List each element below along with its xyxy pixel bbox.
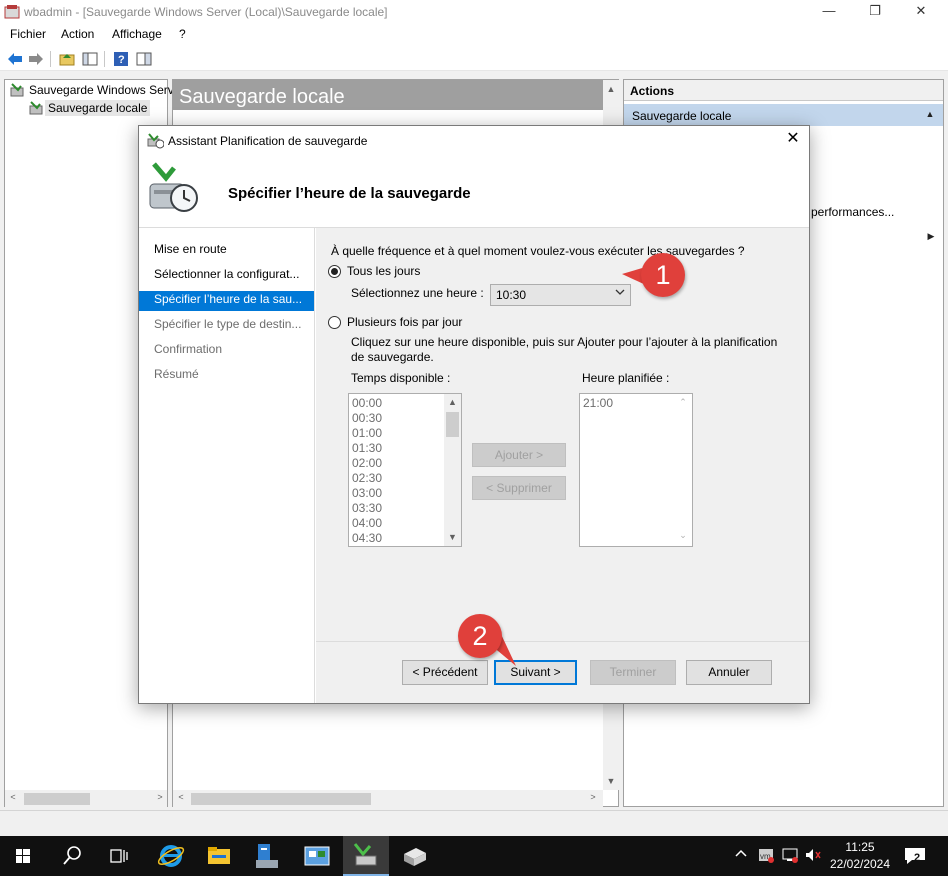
tree-item-root[interactable]: Sauvegarde Windows Serv xyxy=(29,83,174,97)
volume-icon[interactable] xyxy=(804,847,822,866)
scroll-right-arrow-icon[interactable]: > xyxy=(154,792,166,802)
previous-button[interactable]: < Précédent xyxy=(402,660,488,685)
center-header: Sauvegarde locale xyxy=(173,80,603,110)
scroll-left-arrow-icon[interactable]: < xyxy=(175,792,187,802)
tree-item-local-backup[interactable]: Sauvegarde locale xyxy=(45,100,151,116)
scroll-left-arrow-icon[interactable]: < xyxy=(7,792,19,802)
step-select-configuration[interactable]: Sélectionner la configurat... xyxy=(154,267,299,281)
local-backup-icon xyxy=(28,100,44,119)
start-windows-icon[interactable] xyxy=(0,836,46,876)
scroll-up-arrow-icon[interactable]: ▲ xyxy=(444,397,461,407)
window-title: wbadmin - [Sauvegarde Windows Server (Lo… xyxy=(24,5,388,19)
up-folder-icon[interactable] xyxy=(58,50,76,68)
scheduled-times-list[interactable] xyxy=(579,393,693,547)
list-item[interactable]: 04:30 xyxy=(352,531,382,545)
wizard-title: Assistant Planification de sauvegarde xyxy=(168,134,368,148)
show-action-pane-icon[interactable] xyxy=(135,50,153,68)
scroll-down-arrow-icon[interactable]: ▼ xyxy=(603,776,619,786)
actions-section-local-backup[interactable]: Sauvegarde locale xyxy=(624,104,943,126)
clock-time[interactable]: 11:25 xyxy=(830,840,890,854)
file-explorer-icon[interactable] xyxy=(196,836,242,876)
scroll-thumb[interactable] xyxy=(191,793,371,805)
multiple-daily-label[interactable]: Plusieurs fois par jour xyxy=(347,315,462,329)
scheduled-times-label: Heure planifiée : xyxy=(582,371,670,385)
remove-time-button[interactable]: < Supprimer xyxy=(472,476,566,500)
action-performances[interactable]: performances... xyxy=(811,205,894,219)
add-time-button[interactable]: Ajouter > xyxy=(472,443,566,467)
list-item[interactable]: 00:00 xyxy=(352,396,382,410)
toolbar-separator xyxy=(104,51,105,67)
multiple-help-text: Cliquez sur une heure disponible, puis s… xyxy=(351,335,778,349)
once-daily-radio[interactable] xyxy=(328,265,341,278)
step-confirmation: Confirmation xyxy=(154,342,223,356)
scroll-right-arrow-icon[interactable]: > xyxy=(587,792,599,802)
scroll-thumb[interactable] xyxy=(446,412,459,437)
wizard-app-icon xyxy=(146,131,165,152)
scroll-thumb[interactable] xyxy=(24,793,90,805)
scroll-up-arrow-icon[interactable]: ▲ xyxy=(603,84,619,94)
wbadmin-app-icon xyxy=(4,4,20,20)
list-item[interactable]: 02:00 xyxy=(352,456,382,470)
network-icon[interactable] xyxy=(782,847,798,866)
menu-affichage[interactable]: Affichage xyxy=(112,27,162,41)
help-icon[interactable]: ? xyxy=(112,50,130,68)
list-item[interactable]: 01:00 xyxy=(352,426,382,440)
internet-explorer-icon[interactable] xyxy=(148,836,194,876)
list-item[interactable]: 02:30 xyxy=(352,471,382,485)
once-daily-label[interactable]: Tous les jours xyxy=(347,264,420,278)
step-specify-time[interactable]: Spécifier l’heure de la sau... xyxy=(154,292,302,306)
back-arrow-icon[interactable] xyxy=(6,50,24,68)
status-bar xyxy=(0,810,948,832)
list-item[interactable]: 01:30 xyxy=(352,441,382,455)
wizard-close-button[interactable]: ✕ xyxy=(780,130,806,150)
backup-tool-icon[interactable] xyxy=(392,836,438,876)
actions-header: Actions xyxy=(624,80,943,101)
menu-action[interactable]: Action xyxy=(61,27,94,41)
control-panel-icon[interactable] xyxy=(294,836,340,876)
multiple-daily-radio[interactable] xyxy=(328,316,341,329)
step-mise-en-route[interactable]: Mise en route xyxy=(154,242,227,256)
scroll-down-arrow-icon[interactable]: ▼ xyxy=(444,532,461,542)
show-hidden-icons-chevron-icon[interactable] xyxy=(734,846,748,863)
step-destination-type: Spécifier le type de destin... xyxy=(154,317,302,331)
finish-button[interactable]: Terminer xyxy=(590,660,676,685)
frequency-question: À quelle fréquence et à quel moment voul… xyxy=(331,244,745,258)
server-manager-icon[interactable] xyxy=(244,836,290,876)
scroll-up-arrow-icon: ⌃ xyxy=(679,397,687,407)
server-backup-icon xyxy=(9,82,25,101)
callout-one: 1 xyxy=(641,253,685,297)
task-view-icon[interactable] xyxy=(96,836,142,876)
list-item[interactable]: 21:00 xyxy=(583,396,613,410)
list-item[interactable]: 04:00 xyxy=(352,516,382,530)
scroll-down-arrow-icon: ⌄ xyxy=(679,530,687,540)
multiple-help-text-2: de sauvegarde. xyxy=(351,350,434,364)
backup-clock-icon xyxy=(148,160,200,217)
vmware-tray-icon[interactable]: vm xyxy=(758,847,774,866)
close-window-button[interactable]: ✕ xyxy=(898,0,944,24)
wbadmin-taskbar-icon[interactable] xyxy=(343,836,389,876)
search-icon[interactable] xyxy=(49,836,95,876)
restore-button[interactable]: ❐ xyxy=(852,0,898,24)
select-time-label: Sélectionnez une heure : xyxy=(351,286,484,300)
list-item[interactable]: 03:00 xyxy=(352,486,382,500)
collapse-triangle-icon[interactable]: ▲ xyxy=(924,109,936,119)
notification-count-badge: 2 xyxy=(914,852,921,864)
show-hide-tree-icon[interactable] xyxy=(81,50,99,68)
available-times-label: Temps disponible : xyxy=(351,371,451,385)
wizard-heading: Spécifier l’heure de la sauvegarde xyxy=(228,185,471,202)
svg-text:?: ? xyxy=(118,54,125,66)
list-item[interactable]: 03:30 xyxy=(352,501,382,515)
cancel-button[interactable]: Annuler xyxy=(686,660,772,685)
callout-two: 2 xyxy=(458,614,502,658)
submenu-arrow-icon[interactable]: ▶ xyxy=(926,231,936,242)
forward-arrow-icon[interactable] xyxy=(27,50,45,68)
step-summary: Résumé xyxy=(154,367,199,381)
toolbar-separator xyxy=(50,51,51,67)
clock-date[interactable]: 22/02/2024 xyxy=(826,857,894,871)
menu-fichier[interactable]: Fichier xyxy=(10,27,46,41)
list-item[interactable]: 00:30 xyxy=(352,411,382,425)
minimize-button[interactable]: — xyxy=(806,0,852,24)
menu-help[interactable]: ? xyxy=(179,27,186,41)
